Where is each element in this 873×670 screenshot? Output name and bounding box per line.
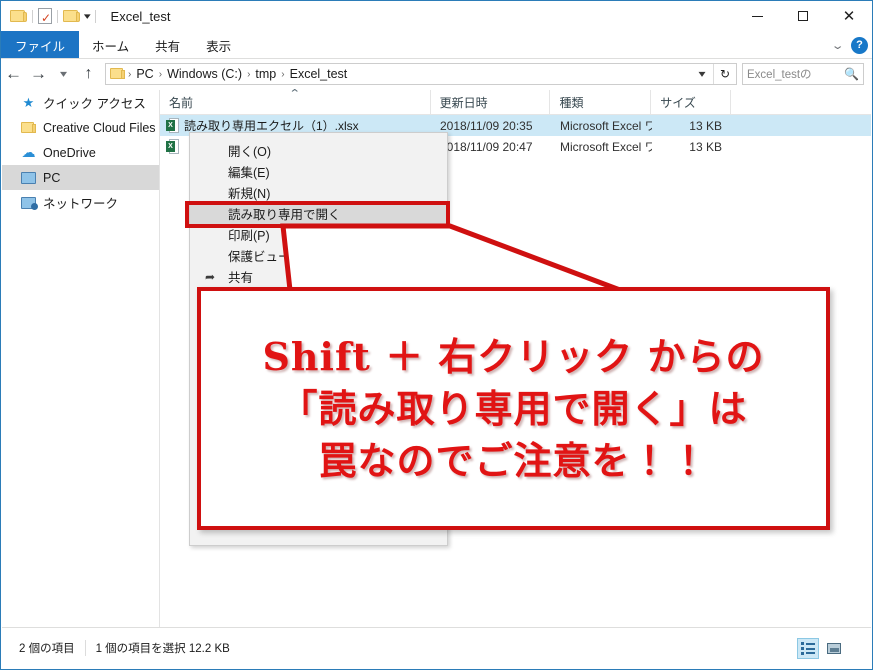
search-placeholder: Excel_testの <box>747 69 812 81</box>
context-menu-item-print[interactable]: 印刷(P) <box>190 224 447 245</box>
sidebar-item-creative-cloud-files[interactable]: Creative Cloud Files <box>2 115 159 140</box>
ribbon-right-controls: ⌄ ? <box>830 31 868 59</box>
breadcrumb-item-excel-test[interactable]: Excel_test <box>286 67 352 81</box>
close-button[interactable]: ✕ <box>826 1 872 31</box>
sidebar-item-label: OneDrive <box>43 145 96 160</box>
sidebar-item-label: ネットワーク <box>43 197 119 211</box>
large-icons-view-icon <box>827 642 841 654</box>
excel-file-icon: X <box>166 118 179 133</box>
file-type-cell: Microsoft Excel ワ... <box>560 119 652 133</box>
details-view-button[interactable] <box>797 637 819 659</box>
breadcrumb-item-pc[interactable]: PC <box>132 67 157 81</box>
column-headers: ⌃ 名前 更新日時 種類 サイズ <box>160 88 871 115</box>
new-folder-icon[interactable] <box>63 9 80 23</box>
breadcrumb-item-windows-c[interactable]: Windows (C:) <box>163 67 246 81</box>
context-menu-item-label: 共有 <box>228 271 254 285</box>
file-date-cell: 2018/11/09 20:35 <box>440 118 533 133</box>
context-menu-item-open-protected-view[interactable]: 保護ビューで開く <box>190 245 447 266</box>
properties-icon[interactable]: ✓ <box>38 8 52 24</box>
context-menu-item-label: 読み取り専用で開く <box>228 208 341 222</box>
back-button[interactable]: ← <box>1 60 26 88</box>
chevron-down-icon[interactable]: ▾ <box>84 11 91 22</box>
column-header-name[interactable]: ⌃ 名前 <box>160 88 431 114</box>
search-icon[interactable]: 🔍 <box>844 67 859 81</box>
close-icon: ✕ <box>842 7 856 25</box>
breadcrumb-item-tmp[interactable]: tmp <box>251 67 280 81</box>
context-menu-item-label: 新規(N) <box>228 187 271 201</box>
help-icon[interactable]: ? <box>851 36 868 54</box>
monitor-icon <box>20 170 37 186</box>
sidebar-item-label: PC <box>43 170 61 185</box>
view-buttons <box>797 637 845 659</box>
breadcrumb-tools: ▾ ↻ <box>691 64 736 84</box>
context-menu-item-label: 編集(E) <box>228 166 270 180</box>
chevron-down-icon[interactable]: ▾ <box>687 69 718 80</box>
window-controls: ✕ <box>734 1 872 31</box>
file-date-cell: 2018/11/09 20:47 <box>440 139 533 154</box>
large-icons-view-button[interactable] <box>823 638 845 659</box>
column-header-type[interactable]: 種類 <box>550 90 652 114</box>
context-menu-item-label: 印刷(P) <box>228 229 270 243</box>
status-selection-info: 1 個の項目を選択 12.2 KB <box>95 643 230 655</box>
share-icon: ➦ <box>204 269 216 284</box>
navigation-pane: ★ クイック アクセス Creative Cloud Files ☁ OneDr… <box>2 90 159 628</box>
address-bar-row: ← → ▾ ↑ › PC › Windows (C:) › tmp › Exce… <box>1 59 872 89</box>
context-menu: 開く(O) 編集(E) 新規(N) 読み取り専用で開く 印刷(P) 保護ビューで… <box>189 132 448 546</box>
context-menu-item-edit[interactable]: 編集(E) <box>190 161 447 182</box>
file-type-cell: Microsoft Excel ワ... <box>560 140 652 154</box>
details-view-icon <box>801 642 815 655</box>
folder-icon <box>110 68 125 80</box>
tab-file[interactable]: ファイル <box>1 31 80 59</box>
maximize-button[interactable] <box>780 1 826 31</box>
column-label: サイズ <box>660 95 696 110</box>
tab-home[interactable]: ホーム <box>79 31 142 59</box>
explorer-window: ✓ ▾ Excel_test ✕ ファイル ホーム 共有 表示 ⌄ ? ← → … <box>0 0 873 670</box>
chevron-down-icon[interactable]: ⌄ <box>830 39 844 52</box>
context-menu-item-new[interactable]: 新規(N) <box>190 182 447 203</box>
context-menu-item-open-read-only[interactable]: 読み取り専用で開く <box>190 203 447 224</box>
tab-share[interactable]: 共有 <box>142 31 193 59</box>
sidebar-item-pc[interactable]: PC <box>2 165 159 190</box>
column-header-date[interactable]: 更新日時 <box>431 90 551 114</box>
divider <box>32 9 33 23</box>
sort-ascending-icon: ⌃ <box>288 88 301 100</box>
tab-view[interactable]: 表示 <box>193 31 244 59</box>
minimize-button[interactable] <box>734 1 780 31</box>
window-title: Excel_test <box>110 8 171 24</box>
folder-icon <box>20 120 37 136</box>
status-bar: 2 個の項目 1 個の項目を選択 12.2 KB <box>2 627 871 668</box>
folder-icon[interactable] <box>10 9 27 23</box>
network-icon <box>20 195 38 211</box>
context-menu-item-label: 開く(O) <box>228 145 272 159</box>
context-menu-item-label: 保護ビューで開く <box>228 250 328 264</box>
divider <box>94 9 96 23</box>
sidebar-item-network[interactable]: ネットワーク <box>2 190 159 215</box>
status-item-count: 2 個の項目 <box>2 640 86 656</box>
cloud-icon: ☁ <box>21 144 36 160</box>
file-size-cell: 13 KB <box>689 118 722 133</box>
excel-file-icon: X <box>166 139 179 154</box>
divider <box>57 9 58 23</box>
star-icon: ★ <box>22 94 35 110</box>
context-menu-item-open[interactable]: 開く(O) <box>190 140 447 161</box>
ribbon-tab-strip: ファイル ホーム 共有 表示 <box>1 31 872 59</box>
recent-locations-button[interactable]: ▾ <box>46 60 81 88</box>
minimize-icon <box>751 15 763 17</box>
column-label: 種類 <box>559 95 584 110</box>
search-input[interactable]: Excel_testの 🔍 <box>742 63 864 85</box>
breadcrumb[interactable]: › PC › Windows (C:) › tmp › Excel_test ▾… <box>105 63 737 85</box>
sidebar-item-onedrive[interactable]: ☁ OneDrive <box>2 140 159 165</box>
column-header-blank <box>731 90 871 114</box>
sidebar-item-label: Creative Cloud Files <box>43 120 156 135</box>
file-size-cell: 13 KB <box>689 139 722 154</box>
maximize-icon <box>798 11 808 21</box>
column-header-size[interactable]: サイズ <box>651 90 732 114</box>
context-menu-item-share[interactable]: ➦ 共有 <box>190 266 447 287</box>
quick-access-toolbar: ✓ ▾ <box>1 8 101 24</box>
column-label: 更新日時 <box>439 95 488 110</box>
title-bar: ✓ ▾ Excel_test ✕ <box>1 1 872 31</box>
check-mark: ✓ <box>41 11 52 25</box>
